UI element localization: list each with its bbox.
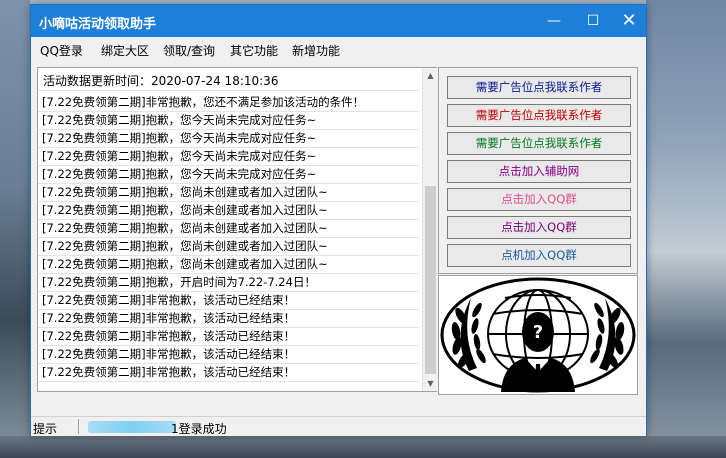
anonymous-emblem-icon: ? <box>440 277 636 393</box>
status-separator <box>78 419 79 434</box>
desktop-wallpaper-right <box>646 0 726 458</box>
scroll-up-arrow-icon[interactable]: ▲ <box>423 68 438 83</box>
app-window: 小嘀咕活动领取助手 — ☐ ✕ QQ登录 绑定大区 领取/查询 其它功能 新增功… <box>30 4 647 436</box>
status-label: 提示 <box>33 422 58 436</box>
log-line: [7.22免费领第二期]抱歉，您尚未创建或者加入过团队~ <box>42 203 328 217</box>
log-line: [7.22免费领第二期]非常抱歉，该活动已经结束！ <box>42 311 296 325</box>
side-link-button[interactable]: 点机加入QQ群 <box>447 244 631 267</box>
log-line: [7.22免费领第二期]抱歉，您尚未创建或者加入过团队~ <box>42 185 328 199</box>
menu-new-functions[interactable]: 新增功能 <box>292 42 340 59</box>
log-line: [7.22免费领第二期]非常抱歉，该活动已经结束！ <box>42 347 296 361</box>
svg-text:?: ? <box>533 322 543 343</box>
log-line: [7.22免费领第二期]非常抱歉，您还不满足参加该活动的条件！ <box>42 95 365 109</box>
window-title: 小嘀咕活动领取助手 <box>39 17 157 32</box>
log-scrollbar[interactable]: ▲ ▼ <box>422 68 437 391</box>
emblem-image-panel: ? <box>438 275 638 395</box>
close-button[interactable]: ✕ <box>612 5 646 37</box>
scroll-down-arrow-icon[interactable]: ▼ <box>423 376 438 391</box>
side-link-button[interactable]: 点击加入QQ群 <box>447 188 631 211</box>
log-line: [7.22免费领第二期]抱歉，开启时间为7.22-7.24日！ <box>42 275 316 289</box>
menu-claim-query[interactable]: 领取/查询 <box>163 42 215 59</box>
log-header: 活动数据更新时间：2020-07-24 18:10:36 <box>43 74 279 88</box>
status-message: 1登录成功 <box>171 422 227 436</box>
menu-bind-region[interactable]: 绑定大区 <box>101 42 149 59</box>
log-line: [7.22免费领第二期]抱歉，您今天尚未完成对应任务~ <box>42 131 317 145</box>
side-link-button[interactable]: 需要广告位点我联系作者 <box>447 132 631 155</box>
log-listbox[interactable]: 活动数据更新时间：2020-07-24 18:10:36 [7.22免费领第二期… <box>37 67 437 392</box>
menu-bar: QQ登录 绑定大区 领取/查询 其它功能 新增功能 <box>31 37 646 63</box>
title-bar[interactable]: 小嘀咕活动领取助手 — ☐ ✕ <box>31 5 646 37</box>
log-line: [7.22免费领第二期]抱歉，您尚未创建或者加入过团队~ <box>42 239 328 253</box>
log-line: [7.22免费领第二期]抱歉，您今天尚未完成对应任务~ <box>42 167 317 181</box>
log-line: [7.22免费领第二期]抱歉，您今天尚未完成对应任务~ <box>42 113 317 127</box>
side-link-button[interactable]: 点击加入辅助网 <box>447 160 631 183</box>
log-line: [7.22免费领第二期]抱歉，您今天尚未完成对应任务~ <box>42 149 317 163</box>
desktop-wallpaper-left <box>0 0 30 458</box>
log-divider <box>38 381 419 382</box>
log-line: [7.22免费领第二期]抱歉，您尚未创建或者加入过团队~ <box>42 221 328 235</box>
log-line: [7.22免费领第二期]非常抱歉，该活动已经结束！ <box>42 329 296 343</box>
scroll-thumb[interactable] <box>425 186 436 374</box>
link-button-panel: 需要广告位点我联系作者 需要广告位点我联系作者 需要广告位点我联系作者 点击加入辅助网… <box>438 67 638 274</box>
log-line: [7.22免费领第二期]抱歉，您尚未创建或者加入过团队~ <box>42 257 328 271</box>
desktop-wallpaper-bottom <box>0 436 726 458</box>
side-link-button[interactable]: 需要广告位点我联系作者 <box>447 104 631 127</box>
redacted-account <box>88 421 176 433</box>
log-line: [7.22免费领第二期]非常抱歉，该活动已经结束！ <box>42 365 296 379</box>
log-divider <box>38 90 419 91</box>
minimize-button[interactable]: — <box>537 5 571 37</box>
maximize-button[interactable]: ☐ <box>576 5 610 37</box>
side-link-button[interactable]: 点击加入QQ群 <box>447 216 631 239</box>
log-line: [7.22免费领第二期]非常抱歉，该活动已经结束！ <box>42 293 296 307</box>
status-bar: 提示 1登录成功 <box>31 416 646 436</box>
side-link-button[interactable]: 需要广告位点我联系作者 <box>447 76 631 99</box>
menu-qq-login[interactable]: QQ登录 <box>40 42 83 59</box>
menu-other-functions[interactable]: 其它功能 <box>230 42 278 59</box>
